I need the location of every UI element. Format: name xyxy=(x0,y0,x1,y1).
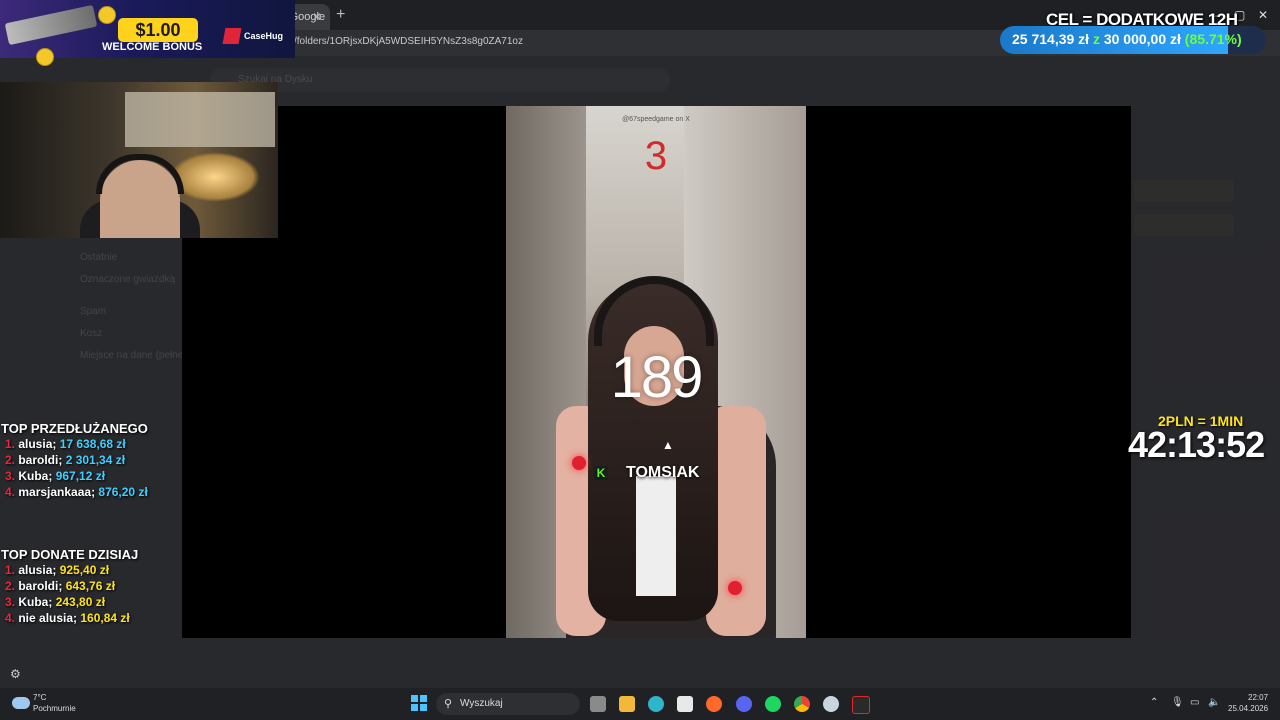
taskbar-search[interactable]: ⚲ Wyszukaj xyxy=(436,693,580,715)
kick-watermark: K TOMSIAK xyxy=(594,464,699,482)
donor-amount: 2 301,34 zł xyxy=(65,453,126,467)
taskbar-search-label: Wyszukaj xyxy=(460,698,503,709)
donor-amount: 643,76 zł xyxy=(65,579,116,593)
cloud-icon[interactable] xyxy=(12,697,30,709)
donor-amount: 876,20 zł xyxy=(98,485,148,499)
video-frame[interactable]: @67speedgame on X 3 189 K TOMSIAK xyxy=(506,106,806,638)
donor-name: baroldi; xyxy=(18,579,63,593)
top-extended-board: TOP PRZEDŁUŻANEGO 1. alusia; 17 638,68 z… xyxy=(1,421,148,500)
chevron-up-icon[interactable]: ⌃ xyxy=(1150,697,1158,708)
rank: 1. xyxy=(4,437,15,451)
chrome-icon[interactable] xyxy=(794,696,810,712)
board-row: 4. nie alusia; 160,84 zł xyxy=(1,610,138,626)
window-close-icon[interactable]: ✕ xyxy=(1258,8,1268,22)
rank: 4. xyxy=(4,611,15,625)
gear-icon[interactable]: ⚙ xyxy=(10,667,21,681)
board-row: 2. baroldi; 643,76 zł xyxy=(1,578,138,594)
donor-name: Kuba; xyxy=(18,595,53,609)
new-tab-button[interactable]: + xyxy=(336,6,350,24)
store-icon[interactable] xyxy=(677,696,693,712)
weather-temp[interactable]: 7°C xyxy=(33,693,46,702)
promo-banner[interactable]: $1.00 WELCOME BONUS CaseHug xyxy=(0,0,295,66)
discord-icon[interactable] xyxy=(736,696,752,712)
webcam-light xyxy=(170,152,260,202)
spotify-icon[interactable] xyxy=(765,696,781,712)
casehug-logo-icon xyxy=(222,28,242,44)
video-shirt xyxy=(636,476,676,596)
rank: 2. xyxy=(4,453,15,467)
board-row: 4. marsjankaaa; 876,20 zł xyxy=(1,484,148,500)
top-today-board: TOP DONATE DZISIAJ 1. alusia; 925,40 zł … xyxy=(1,547,138,626)
donor-amount: 243,80 zł xyxy=(55,595,106,609)
goal-percent: (85.71%) xyxy=(1184,31,1242,47)
steam-icon[interactable] xyxy=(823,696,839,712)
rank: 3. xyxy=(4,469,15,483)
taskbar xyxy=(0,688,1280,720)
webcam-feed xyxy=(0,82,278,238)
url-text[interactable]: /folders/1ORjsxDKjA5WDSEIH5YNsZ3s8g0ZA71… xyxy=(294,36,523,47)
weather-desc[interactable]: Pochmurnie xyxy=(33,704,76,713)
donor-name: nie alusia; xyxy=(18,611,78,625)
close-icon[interactable]: ✕ xyxy=(312,4,322,30)
donor-name: alusia; xyxy=(18,437,57,451)
video-handle: @67speedgame on X xyxy=(622,116,690,123)
search-icon: ⚲ xyxy=(444,698,453,710)
donor-name: marsjankaaa; xyxy=(18,485,96,499)
board-title: TOP PRZEDŁUŻANEGO xyxy=(1,421,148,436)
donor-name: Kuba; xyxy=(18,469,53,483)
volume-icon[interactable]: 🔈 xyxy=(1208,697,1220,708)
mouse-cursor-icon: ▲ xyxy=(662,438,674,452)
board-row: 2. baroldi; 2 301,34 zł xyxy=(1,452,148,468)
firefox-icon[interactable] xyxy=(706,696,722,712)
epic-games-icon[interactable] xyxy=(852,696,870,714)
task-view-icon[interactable] xyxy=(590,696,606,712)
donor-name: alusia; xyxy=(18,563,57,577)
watermark-text: TOMSIAK xyxy=(626,464,700,481)
rank: 3. xyxy=(4,595,15,609)
donor-amount: 17 638,68 zł xyxy=(59,437,126,451)
goal-connector: z xyxy=(1092,31,1100,47)
microphone-icon[interactable]: 🎙 xyxy=(1171,697,1184,708)
board-row: 3. Kuba; 967,12 zł xyxy=(1,468,148,484)
donor-name: baroldi; xyxy=(18,453,63,467)
coin-icon xyxy=(36,48,54,66)
goal-target: 30 000,00 zł xyxy=(1103,31,1181,47)
bonus-label: WELCOME BONUS xyxy=(102,41,203,53)
board-title: TOP DONATE DZISIAJ xyxy=(1,547,139,562)
bonus-amount: $1.00 xyxy=(118,18,198,42)
headset-icon xyxy=(96,154,184,194)
goal-current: 25 714,39 zł xyxy=(1012,31,1090,47)
goal-text: 25 714,39 zł z 30 000,00 zł (85.71%) xyxy=(1012,31,1242,47)
webcam-cabinets xyxy=(125,92,275,147)
video-countdown: 3 xyxy=(644,134,668,178)
rank: 2. xyxy=(4,579,15,593)
donor-amount: 967,12 zł xyxy=(55,469,106,483)
red-dot-icon xyxy=(572,456,586,470)
subathon-timer: 42:13:52 xyxy=(1128,424,1265,465)
network-icon[interactable]: ▭ xyxy=(1190,697,1199,708)
windows-start-icon[interactable] xyxy=(411,695,427,711)
clock-date[interactable]: 25.04.2026 xyxy=(1228,704,1268,713)
donor-amount: 925,40 zł xyxy=(59,563,110,577)
edge-icon[interactable] xyxy=(648,696,664,712)
kick-logo-icon: K xyxy=(594,466,608,480)
donor-amount: 160,84 zł xyxy=(80,611,130,625)
board-row: 1. alusia; 925,40 zł xyxy=(1,562,138,578)
rank: 1. xyxy=(4,563,15,577)
coin-icon xyxy=(98,6,116,24)
rank: 4. xyxy=(4,485,15,499)
clock-time[interactable]: 22:07 xyxy=(1248,693,1268,702)
file-explorer-icon[interactable] xyxy=(619,696,635,712)
video-counter: 189 xyxy=(610,345,704,410)
board-row: 1. alusia; 17 638,68 zł xyxy=(1,436,148,452)
red-dot-icon xyxy=(728,581,742,595)
brand-name: CaseHug xyxy=(244,31,284,41)
pistol-icon xyxy=(4,4,98,46)
board-row: 3. Kuba; 243,80 zł xyxy=(1,594,138,610)
